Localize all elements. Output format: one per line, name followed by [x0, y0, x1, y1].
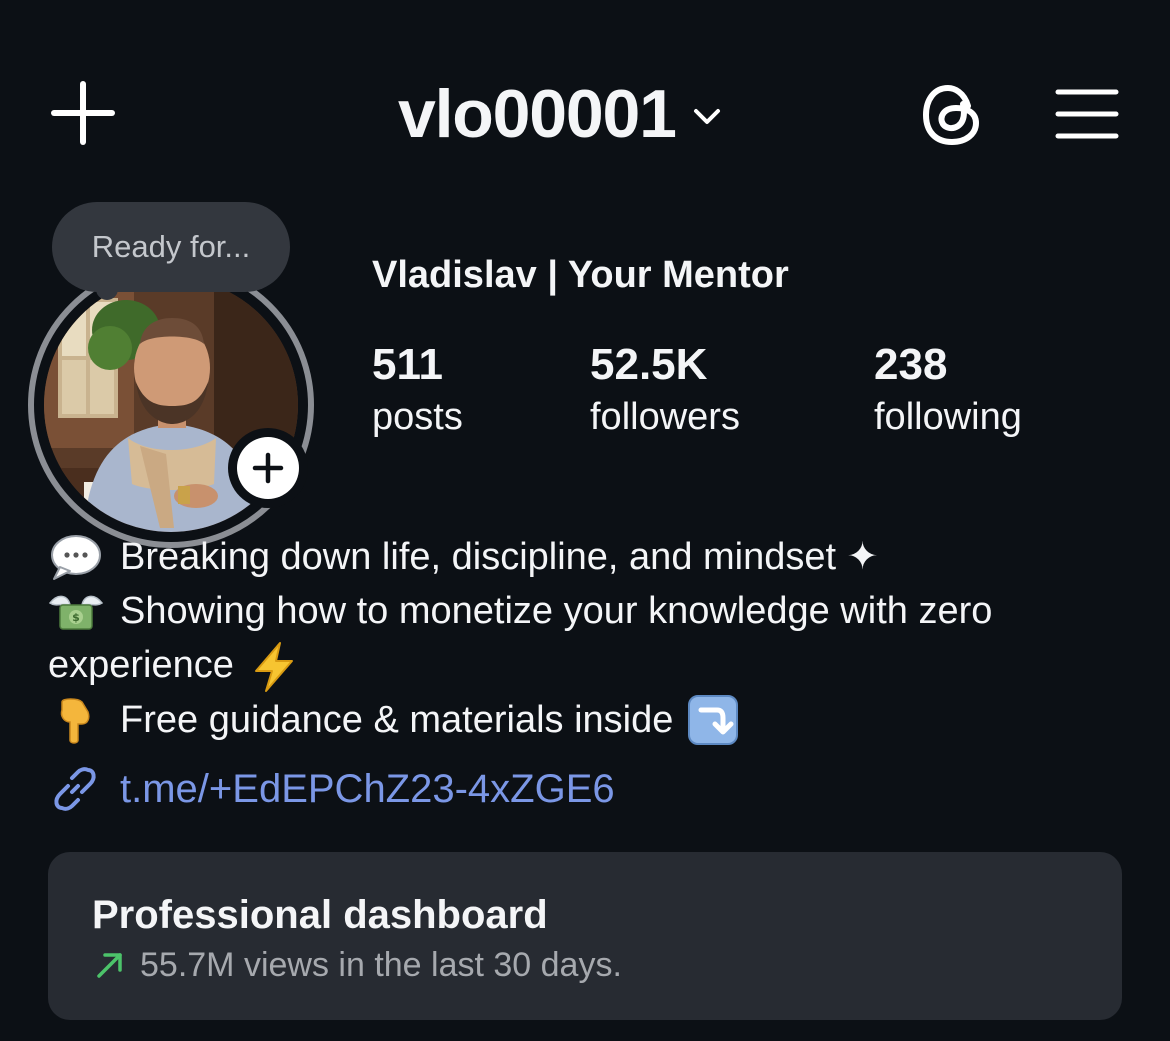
bio-link[interactable]: t.me/+EdEPChZ23-4xZGE6 [48, 762, 615, 816]
chevron-down-icon [690, 99, 724, 133]
bio-line-2: $ Showing how to monetize your knowledge… [48, 584, 1138, 693]
threads-icon [923, 85, 979, 145]
money-with-wings-emoji: $ [48, 589, 104, 637]
dashboard-subtitle-text: 55.7M views in the last 30 days. [140, 946, 622, 984]
stat-posts[interactable]: 511 posts [372, 338, 463, 442]
profile-avatar-area [28, 262, 328, 548]
link-icon [48, 762, 102, 816]
stat-followers-count: 52.5K [590, 340, 708, 389]
create-button[interactable] [50, 80, 116, 146]
speech-bubble-emoji [48, 533, 104, 581]
username: vlo00001 [398, 76, 677, 152]
bio: Breaking down life, discipline, and mind… [48, 530, 1138, 747]
pointing-down-emoji [48, 696, 104, 744]
bio-line-1-text: Breaking down life, discipline, and mind… [120, 536, 879, 578]
lightning-emoji [248, 641, 300, 693]
stat-followers[interactable]: 52.5K followers [590, 338, 740, 442]
bio-line-1: Breaking down life, discipline, and mind… [48, 530, 1138, 584]
professional-dashboard-card[interactable]: Professional dashboard 55.7M views in th… [48, 852, 1122, 1020]
bio-line-3-text: Free guidance & materials inside [120, 698, 674, 741]
arrow-down-right-emoji [687, 694, 739, 746]
threads-button[interactable] [918, 80, 988, 150]
stat-following-label: following [874, 396, 1022, 438]
profile-note[interactable]: Ready for... [52, 202, 290, 292]
plus-icon [51, 81, 115, 145]
add-story-button[interactable] [228, 428, 308, 508]
stat-following[interactable]: 238 following [874, 338, 1022, 442]
hamburger-menu-icon [1055, 89, 1119, 139]
display-name: Vladislav | Your Mentor [372, 254, 789, 296]
svg-text:$: $ [72, 611, 80, 624]
stat-followers-label: followers [590, 396, 740, 438]
bio-line-2-text: Showing how to monetize your knowledge w… [48, 590, 993, 686]
bio-line-3: Free guidance & materials inside [48, 693, 1138, 747]
menu-button[interactable] [1054, 84, 1120, 144]
dashboard-title: Professional dashboard [92, 893, 548, 937]
dashboard-subtitle: 55.7M views in the last 30 days. [92, 940, 622, 990]
account-switcher[interactable]: vlo00001 [398, 70, 724, 158]
stat-following-count: 238 [874, 340, 948, 389]
trend-up-arrow-icon [92, 947, 128, 983]
stat-posts-label: posts [372, 396, 463, 438]
add-story-badge [237, 437, 299, 499]
bio-link-text: t.me/+EdEPChZ23-4xZGE6 [120, 767, 615, 811]
plus-icon [252, 452, 284, 484]
stat-posts-count: 511 [372, 340, 443, 389]
